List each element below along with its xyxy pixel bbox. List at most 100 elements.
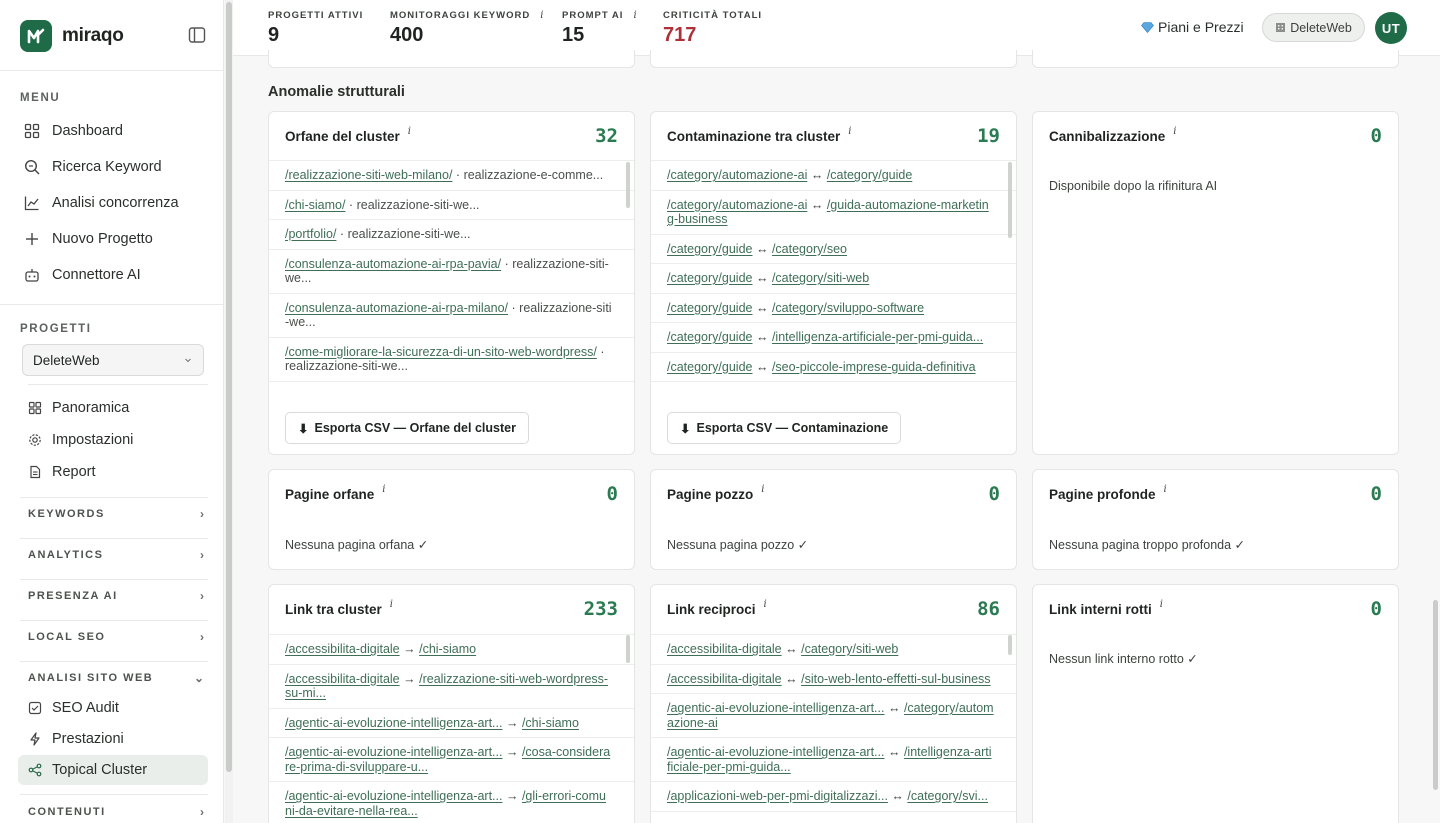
brand[interactable]: miraqo: [20, 20, 124, 52]
url-link[interactable]: /accessibilita-digitale: [285, 642, 400, 656]
url-link[interactable]: /consulenza-automazione-ai-rpa-pavia/: [285, 257, 501, 271]
nav-impostazioni[interactable]: Impostazioni: [28, 428, 208, 452]
url-link[interactable]: /come-migliorare-la-sicurezza-di-un-sito…: [285, 345, 597, 359]
workspace-label: DeleteWeb: [1290, 20, 1352, 35]
url-link[interactable]: /category/guide: [667, 242, 752, 256]
export-csv-contaminazione-button[interactable]: ⬇ Esporta CSV — Contaminazione: [667, 412, 902, 444]
nav-nuovo-progetto[interactable]: Nuovo Progetto: [24, 226, 214, 252]
url-link[interactable]: /chi-siamo/: [285, 198, 345, 212]
url-link[interactable]: /category/siti-web: [801, 642, 898, 656]
url-link[interactable]: /chi-siamo: [522, 716, 579, 730]
url-link[interactable]: /consulenza-automazione-ai-rpa-milano/: [285, 301, 508, 315]
url-link[interactable]: /category/svi...: [907, 789, 988, 803]
info-icon[interactable]: i: [764, 599, 767, 610]
sidebar-toggle-icon[interactable]: [188, 26, 208, 44]
link-reciproci-list[interactable]: /accessibilita-digitale ↔ /category/siti…: [651, 634, 1016, 823]
url-link[interactable]: /realizzazione-siti-web-milano/: [285, 168, 452, 182]
card-message: Nessuna pagina troppo profonda ✓: [1049, 538, 1246, 552]
list-scrollbar[interactable]: [1008, 162, 1012, 238]
export-label: Esporta CSV — Orfane del cluster: [314, 421, 516, 435]
info-icon[interactable]: i: [761, 484, 764, 495]
url-link[interactable]: /category/seo: [772, 242, 847, 256]
url-link[interactable]: /seo-piccole-imprese-guida-definitiva: [772, 360, 976, 374]
robot-icon: [25, 269, 39, 282]
group-local-seo[interactable]: LOCAL SEO ›: [28, 630, 204, 644]
nav-dashboard[interactable]: Dashboard: [24, 118, 214, 144]
group-contenuti[interactable]: CONTENUTI ›: [28, 805, 204, 819]
group-analytics[interactable]: ANALYTICS ›: [28, 548, 204, 562]
stat-label: PROMPT AI: [562, 10, 624, 21]
url-link[interactable]: /chi-siamo: [419, 642, 476, 656]
download-icon: ⬇: [680, 421, 691, 436]
info-icon[interactable]: i: [1164, 484, 1167, 495]
url-link[interactable]: /agentic-ai-evoluzione-intelligenza-art.…: [285, 716, 502, 730]
nav-seo-audit[interactable]: SEO Audit: [28, 696, 208, 720]
stat-progetti-attivi: PROGETTI ATTIVI 9: [268, 10, 363, 47]
nav-ricerca-keyword[interactable]: Ricerca Keyword: [24, 154, 214, 180]
list-scrollbar[interactable]: [626, 635, 630, 663]
info-icon[interactable]: i: [540, 10, 544, 21]
group-label: CONTENUTI: [28, 806, 106, 818]
export-csv-orfane-button[interactable]: ⬇ Esporta CSV — Orfane del cluster: [285, 412, 529, 444]
divider: [0, 304, 224, 305]
group-analisi-sito-web[interactable]: ANALISI SITO WEB ⌄: [28, 671, 204, 685]
url-link[interactable]: /category/guide: [667, 360, 752, 374]
nav-panoramica[interactable]: Panoramica: [28, 396, 208, 420]
url-link[interactable]: /category/siti-web: [772, 271, 869, 285]
group-keywords[interactable]: KEYWORDS ›: [28, 507, 204, 521]
group-presenza-ai[interactable]: PRESENZA AI ›: [28, 589, 204, 603]
info-icon[interactable]: i: [633, 10, 637, 21]
plans-link[interactable]: Piani e Prezzi: [1141, 19, 1244, 35]
nav-analisi-concorrenza[interactable]: Analisi concorrenza: [24, 190, 214, 216]
orfane-list[interactable]: /realizzazione-siti-web-milano/ · realiz…: [269, 160, 634, 402]
info-icon[interactable]: i: [1160, 599, 1163, 610]
list-scrollbar[interactable]: [1008, 635, 1012, 655]
url-link[interactable]: /intelligenza-artificiale-per-pmi-guida.…: [772, 330, 983, 344]
url-link[interactable]: /portfolio/: [285, 227, 336, 241]
sidebar-scrollbar[interactable]: [225, 0, 233, 823]
nav-connettore-ai[interactable]: Connettore AI: [24, 262, 214, 288]
info-icon[interactable]: i: [1173, 126, 1176, 137]
info-icon[interactable]: i: [408, 126, 411, 137]
info-icon[interactable]: i: [382, 484, 385, 495]
url-link[interactable]: /accessibilita-digitale: [667, 642, 782, 656]
card-title: Pagine orfane: [285, 486, 375, 502]
divider: [20, 794, 208, 795]
nav-label: Prestazioni: [52, 731, 124, 747]
url-link[interactable]: /agentic-ai-evoluzione-intelligenza-art.…: [667, 701, 884, 715]
list-item: /realizzazione-siti-web-milano/ · realiz…: [269, 161, 634, 191]
group-label: PRESENZA AI: [28, 590, 118, 602]
url-link[interactable]: /accessibilita-digitale: [285, 672, 400, 686]
url-link[interactable]: /agentic-ai-evoluzione-intelligenza-art.…: [285, 745, 502, 759]
url-link[interactable]: /category/automazione-ai: [667, 198, 807, 212]
page-scrollbar[interactable]: [1433, 600, 1438, 790]
nav-topical-cluster[interactable]: Topical Cluster: [28, 758, 208, 782]
url-link[interactable]: /category/guide: [667, 330, 752, 344]
card-link-reciproci: Link reciproci i 86 /accessibilita-digita…: [650, 584, 1017, 823]
url-link[interactable]: /category/automazione-ai: [667, 168, 807, 182]
info-icon[interactable]: i: [390, 599, 393, 610]
url-link[interactable]: /sito-web-lento-effetti-sul-business: [801, 672, 990, 686]
info-icon[interactable]: i: [848, 126, 851, 137]
link-tra-cluster-list[interactable]: /accessibilita-digitale → /chi-siamo /ac…: [269, 634, 634, 823]
url-link[interactable]: /category/sviluppo-software: [772, 301, 924, 315]
plus-icon: [26, 233, 38, 245]
url-link[interactable]: /category/guide: [667, 271, 752, 285]
url-link[interactable]: /agentic-ai-evoluzione-intelligenza-art.…: [285, 789, 502, 803]
url-link[interactable]: /category/guide: [667, 301, 752, 315]
card-message: Nessuna pagina orfana ✓: [285, 538, 429, 552]
url-link[interactable]: /accessibilita-digitale: [667, 672, 782, 686]
project-select[interactable]: DeleteWeb: [22, 344, 204, 376]
workspace-button[interactable]: DeleteWeb: [1262, 13, 1365, 42]
contaminazione-list[interactable]: /category/automazione-ai ↔ /category/gui…: [651, 160, 1016, 402]
nav-prestazioni[interactable]: Prestazioni: [28, 727, 208, 751]
url-link[interactable]: /applicazioni-web-per-pmi-digitalizzazi.…: [667, 789, 888, 803]
list-item: /agentic-ai-evoluzione-intelligenza-art.…: [651, 738, 1016, 782]
scrollbar-thumb[interactable]: [226, 2, 232, 772]
avatar[interactable]: UT: [1375, 12, 1407, 44]
url-link[interactable]: /agentic-ai-evoluzione-intelligenza-art.…: [667, 745, 884, 759]
list-scrollbar[interactable]: [626, 162, 630, 208]
nav-report[interactable]: Report: [28, 460, 208, 484]
card-count: 0: [988, 483, 1000, 505]
url-link[interactable]: /category/guide: [827, 168, 912, 182]
